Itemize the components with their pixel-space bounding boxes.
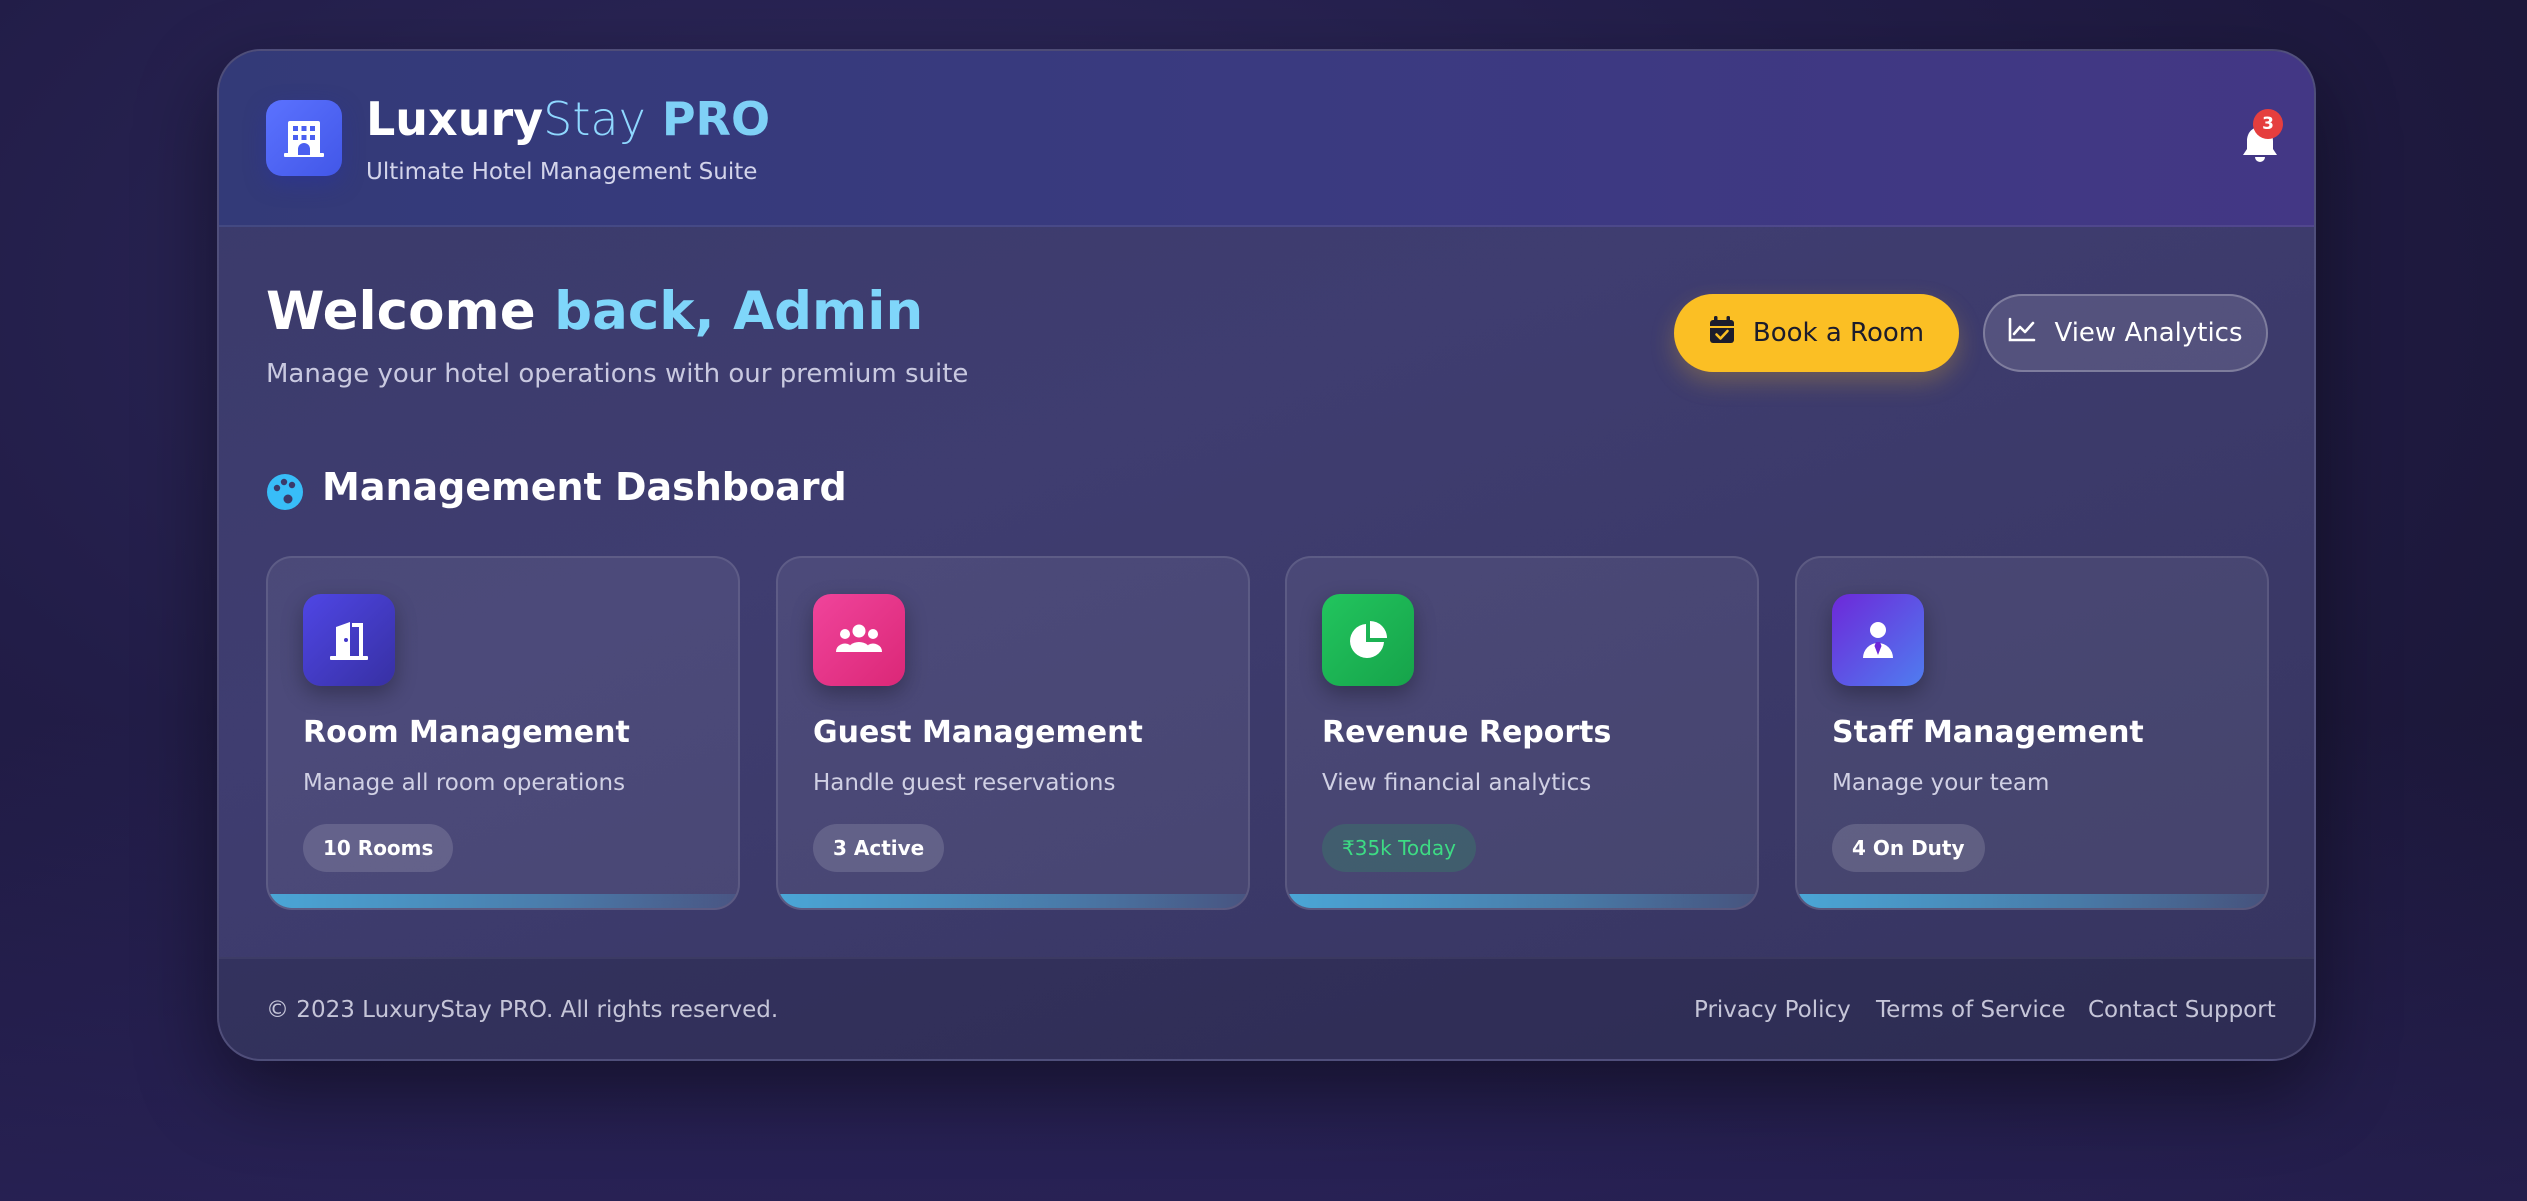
revenue-today-badge: ₹35k Today [1322,824,1476,872]
room-management-description: Manage all room operations [303,770,626,796]
view-analytics-label: View Analytics [2054,318,2243,348]
brand-tagline: Ultimate Hotel Management Suite [366,159,758,185]
app-header: LuxuryStay PRO Ultimate Hotel Management… [219,51,2314,227]
brand-pro: PRO [645,92,771,146]
welcome-text: Welcome [266,281,555,342]
staff-management-card[interactable]: Staff Management Manage your team 4 On D… [1795,556,2269,910]
book-room-label: Book a Room [1752,318,1925,348]
room-count-badge: 10 Rooms [303,824,454,872]
revenue-reports-title: Revenue Reports [1322,715,1612,750]
guest-management-card[interactable]: Guest Management Handle guest reservatio… [776,556,1250,910]
dashboard-section-title: Management Dashboard [322,465,847,509]
notification-count-badge: 3 [2253,109,2283,139]
card-accent-bar [778,894,1248,908]
privacy-policy-link[interactable]: Privacy Policy [1694,997,1851,1023]
app-footer: © 2023 LuxuryStay PRO. All rights reserv… [219,957,2314,1059]
guest-management-description: Handle guest reservations [813,770,1116,796]
book-room-button[interactable]: Book a Room [1674,294,1959,372]
card-accent-bar [268,894,738,908]
brand-luxury: Luxury [366,92,544,146]
copyright-text: © 2023 LuxuryStay PRO. All rights reserv… [266,997,779,1023]
room-management-card[interactable]: Room Management Manage all room operatio… [266,556,740,910]
staff-management-title: Staff Management [1832,715,2144,750]
pie-chart-icon [1322,594,1414,686]
contact-support-link[interactable]: Contact Support [2088,997,2276,1023]
revenue-reports-card[interactable]: Revenue Reports View financial analytics… [1285,556,1759,910]
welcome-heading: Welcome back, Admin [266,279,923,345]
view-analytics-button[interactable]: View Analytics [1983,294,2268,372]
staff-management-description: Manage your team [1832,770,2050,796]
users-icon [813,594,905,686]
revenue-reports-description: View financial analytics [1322,770,1592,796]
active-guests-badge: 3 Active [813,824,945,872]
app-window: LuxuryStay PRO Ultimate Hotel Management… [217,49,2316,1061]
hotel-logo-icon [266,100,342,176]
brand-stay: Stay [543,92,646,146]
palette-icon [266,473,304,511]
guest-management-title: Guest Management [813,715,1143,750]
card-accent-bar [1797,894,2267,908]
line-chart-icon [2008,317,2036,350]
staff-on-duty-badge: 4 On Duty [1832,824,1985,872]
calendar-check-icon [1709,315,1735,351]
brand-name: LuxuryStay PRO [366,89,770,149]
door-open-icon [303,594,395,686]
welcome-subtitle: Manage your hotel operations with our pr… [266,359,969,389]
user-tie-icon [1832,594,1924,686]
welcome-admin-text: back, Admin [554,281,924,342]
room-management-title: Room Management [303,715,630,750]
card-accent-bar [1287,894,1757,908]
terms-of-service-link[interactable]: Terms of Service [1876,997,2066,1023]
